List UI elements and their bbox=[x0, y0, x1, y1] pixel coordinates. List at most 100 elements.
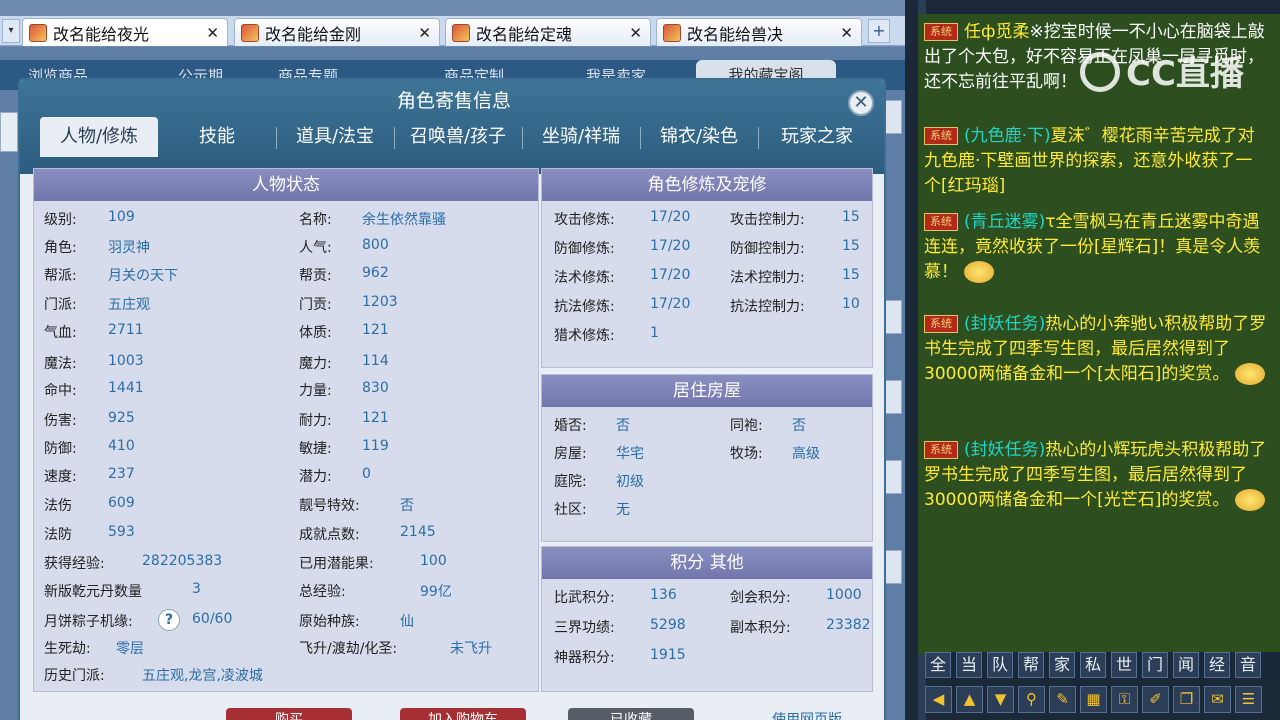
tab-label: 改名能给夜光 bbox=[53, 24, 150, 44]
close-tab-icon[interactable]: ✕ bbox=[629, 24, 642, 42]
up-arrow-icon[interactable]: ▲ bbox=[956, 686, 983, 713]
stat-value: 109 bbox=[108, 209, 135, 225]
channel-button[interactable]: 门 bbox=[1142, 652, 1168, 678]
channel-button[interactable]: 家 bbox=[1049, 652, 1075, 678]
status-panel-header: 人物状态 bbox=[34, 169, 538, 201]
life-death-label: 生死劫: bbox=[44, 641, 91, 657]
chat-message: 系统 (九色鹿·下)夏沫゛樱花雨辛苦完成了对九色鹿·下壁画世界的探索，还意外收获了… bbox=[924, 124, 1269, 199]
search-icon[interactable]: ⚲ bbox=[1018, 686, 1045, 713]
stat-value: 237 bbox=[108, 466, 135, 482]
channel-button[interactable]: 帮 bbox=[1018, 652, 1044, 678]
channel-button[interactable]: 当 bbox=[956, 652, 982, 678]
tab-scroll-left-button[interactable]: ▾ bbox=[2, 19, 20, 43]
stat-value: 121 bbox=[362, 410, 389, 426]
tab-label: 改名能给金刚 bbox=[265, 24, 362, 44]
channel-button[interactable]: 世 bbox=[1111, 652, 1137, 678]
stat-label: 魔力: bbox=[299, 356, 332, 372]
points-value: 1000 bbox=[826, 587, 862, 603]
housing-label: 同袍: bbox=[730, 418, 763, 434]
life-death-value: 零层 bbox=[116, 641, 144, 657]
tab-mounts[interactable]: 坐骑/祥瑞 bbox=[522, 117, 640, 157]
close-tab-icon[interactable]: ✕ bbox=[206, 24, 219, 42]
ascension-value: 未飞升 bbox=[450, 641, 492, 657]
browser-tab-3[interactable]: 改名能给定魂 ✕ bbox=[445, 18, 651, 46]
stat-value: 2145 bbox=[400, 524, 436, 540]
stat-value: 962 bbox=[362, 265, 389, 281]
stat-value: 925 bbox=[108, 410, 135, 426]
system-badge: 系统 bbox=[924, 315, 958, 333]
stat-value: 0 bbox=[362, 466, 371, 482]
buy-button[interactable]: 购买 bbox=[226, 708, 352, 720]
history-school-value: 五庄观,龙宫,凌波城 bbox=[142, 668, 263, 684]
points-panel: 积分 其他 比武积分: 136 剑会积分: 1000 三界功绩: 5298 副本积分: 233… bbox=[541, 546, 873, 692]
role-sale-dialog: 角色寄售信息 ✕ 人物/修炼 技能 道具/法宝 召唤兽/孩子 坐骑/祥瑞 锦衣/… bbox=[18, 78, 886, 720]
cultivation-value: 17/20 bbox=[650, 209, 691, 225]
tab-skills[interactable]: 技能 bbox=[158, 117, 276, 157]
cultivation-label: 法术修炼: bbox=[554, 270, 615, 286]
cultivation-value: 17/20 bbox=[650, 267, 691, 283]
game-favicon-icon bbox=[29, 23, 47, 42]
stat-label: 伤害: bbox=[44, 413, 77, 429]
browser-tab-2[interactable]: 改名能给金刚 ✕ bbox=[234, 18, 440, 46]
player-name[interactable]: 任ф觅柔 bbox=[964, 22, 1030, 42]
note-icon[interactable]: ✎ bbox=[1049, 686, 1076, 713]
total-exp-label: 总经验: bbox=[299, 584, 346, 600]
list-icon[interactable]: ☰ bbox=[1235, 686, 1262, 713]
stat-value: 830 bbox=[362, 380, 389, 396]
close-tab-icon[interactable]: ✕ bbox=[418, 24, 431, 42]
housing-panel-header: 居住房屋 bbox=[542, 375, 872, 407]
left-arrow-icon[interactable]: ◀ bbox=[925, 686, 952, 713]
stat-label: 门派: bbox=[44, 297, 77, 313]
stat-value: 609 bbox=[108, 495, 135, 511]
lock-icon[interactable]: ⚿ bbox=[1111, 686, 1138, 713]
stat-label: 力量: bbox=[299, 383, 332, 399]
mooncake-value: 60/60 bbox=[192, 611, 233, 627]
chat-message: 系统 (青丘迷雾)τ全雪枫马在青丘迷雾中奇遇连连，竟然收获了一份[星辉石]！真是令… bbox=[924, 210, 1269, 285]
channel-button[interactable]: 经 bbox=[1204, 652, 1230, 678]
stat-label: 帮贡: bbox=[299, 268, 332, 284]
browser-tab-4[interactable]: 改名能给兽决 ✕ bbox=[656, 18, 862, 46]
housing-value: 华宅 bbox=[616, 446, 644, 462]
stat-label: 耐力: bbox=[299, 413, 332, 429]
cultivation-label: 抗法修炼: bbox=[554, 299, 615, 315]
tab-home[interactable]: 玩家之家 bbox=[758, 117, 876, 157]
used-fruit-value: 100 bbox=[420, 553, 447, 569]
ascension-label: 飞升/渡劫/化圣: bbox=[299, 641, 398, 657]
channel-button[interactable]: 全 bbox=[925, 652, 951, 678]
stat-value: 余生依然靠骚 bbox=[362, 212, 446, 228]
housing-label: 婚否: bbox=[554, 418, 587, 434]
stat-value: 119 bbox=[362, 438, 389, 454]
channel-button[interactable]: 私 bbox=[1080, 652, 1106, 678]
browser-tab-1[interactable]: 改名能给夜光 ✕ bbox=[22, 18, 228, 46]
points-panel-header: 积分 其他 bbox=[542, 547, 872, 579]
cultivation-value: 17/20 bbox=[650, 296, 691, 312]
brush-icon[interactable]: ✐ bbox=[1142, 686, 1169, 713]
add-to-cart-button[interactable]: 加入购物车 bbox=[400, 708, 526, 720]
cultivation-value: 10 bbox=[842, 296, 860, 312]
tab-character[interactable]: 人物/修炼 bbox=[40, 117, 158, 157]
game-favicon-icon bbox=[663, 23, 681, 42]
channel-button[interactable]: 音 bbox=[1235, 652, 1261, 678]
points-value: 5298 bbox=[650, 617, 686, 633]
cultivation-value: 15 bbox=[842, 267, 860, 283]
grid-icon[interactable]: ▦ bbox=[1080, 686, 1107, 713]
copy-icon[interactable]: ❐ bbox=[1173, 686, 1200, 713]
help-icon[interactable]: ? bbox=[158, 609, 180, 631]
chat-bubble-icon[interactable]: ✉ bbox=[1204, 686, 1231, 713]
channel-button[interactable]: 闻 bbox=[1173, 652, 1199, 678]
event-name: (封妖任务) bbox=[964, 440, 1046, 460]
qianyuan-value: 3 bbox=[192, 581, 201, 597]
channel-button[interactable]: 队 bbox=[987, 652, 1013, 678]
points-label: 副本积分: bbox=[730, 620, 791, 636]
favorited-button[interactable]: 已收藏 bbox=[568, 708, 694, 720]
close-dialog-button[interactable]: ✕ bbox=[848, 90, 874, 116]
points-label: 神器积分: bbox=[554, 650, 615, 666]
tab-outfits[interactable]: 锦衣/染色 bbox=[640, 117, 758, 157]
side-stub bbox=[0, 112, 18, 152]
tab-items[interactable]: 道具/法宝 bbox=[276, 117, 394, 157]
new-tab-button[interactable]: + bbox=[868, 19, 890, 43]
down-arrow-icon[interactable]: ▼ bbox=[987, 686, 1014, 713]
web-version-link[interactable]: 使用网页版 bbox=[744, 708, 870, 720]
tab-pets[interactable]: 召唤兽/孩子 bbox=[394, 117, 522, 157]
close-tab-icon[interactable]: ✕ bbox=[840, 24, 853, 42]
